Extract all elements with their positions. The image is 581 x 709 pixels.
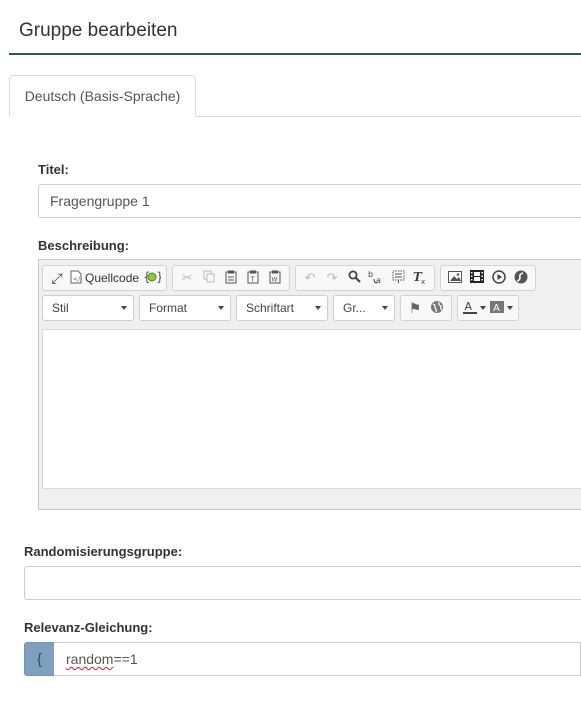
- toolbar-group-editing: ↶ ↷ ba Tx: [295, 265, 436, 291]
- image-icon: [448, 270, 463, 286]
- svg-text:W: W: [272, 276, 278, 283]
- bg-color-icon: A: [490, 300, 504, 317]
- relevance-label: Relevanz-Gleichung:: [24, 620, 153, 635]
- svg-text:A: A: [493, 303, 500, 314]
- video-button[interactable]: [466, 267, 488, 289]
- film-icon: [470, 270, 485, 286]
- svg-text:</>: </>: [73, 276, 82, 283]
- tab-deutsch[interactable]: Deutsch (Basis-Sprache): [9, 75, 196, 117]
- select-all-icon: [392, 270, 405, 287]
- randomization-label: Randomisierungsgruppe:: [24, 544, 183, 559]
- svg-text:b: b: [368, 270, 373, 279]
- search-icon: [348, 270, 361, 286]
- replace-icon: ba: [368, 270, 384, 287]
- play-icon: [492, 269, 506, 287]
- select-all-button[interactable]: [387, 267, 409, 289]
- toolbar-group-document: ⤢ </> Quellcode {}: [42, 265, 168, 291]
- toolbar-group-language: ⚑: [400, 295, 452, 321]
- svg-text:}: }: [156, 270, 161, 284]
- size-combo-label: Gr...: [343, 301, 366, 315]
- randomization-input[interactable]: [24, 566, 581, 600]
- editor-status-bar: [39, 489, 581, 509]
- paste-word-button[interactable]: W: [264, 267, 286, 289]
- paste-text-icon: T: [247, 270, 259, 287]
- chevron-down-icon: [315, 306, 321, 310]
- chevron-down-icon: [480, 306, 486, 310]
- copy-icon: [203, 270, 215, 286]
- text-color-icon: A: [463, 300, 477, 317]
- svg-text:A: A: [465, 300, 473, 313]
- chevron-down-icon: [382, 306, 388, 310]
- image-button[interactable]: [444, 267, 466, 289]
- text-color-button[interactable]: A: [461, 297, 488, 319]
- expression-icon: {}: [143, 269, 164, 288]
- flag-icon: ⚑: [408, 299, 422, 316]
- undo-button[interactable]: ↶: [299, 267, 321, 289]
- maximize-button[interactable]: ⤢: [46, 267, 68, 289]
- chevron-down-icon: [507, 306, 513, 310]
- relevance-brace-addon: {: [24, 642, 55, 676]
- editor-content-area[interactable]: [42, 329, 581, 489]
- anchor-button[interactable]: ⚑: [404, 297, 426, 319]
- remove-format-icon: Tx: [413, 270, 427, 287]
- language-button[interactable]: [426, 297, 448, 319]
- brace-icon: {: [36, 650, 42, 668]
- relevance-value-rest: ==1: [113, 651, 138, 667]
- redo-button[interactable]: ↷: [321, 267, 343, 289]
- replace-button[interactable]: ba: [365, 267, 387, 289]
- cut-button[interactable]: ✂: [176, 267, 198, 289]
- chevron-down-icon: [121, 306, 127, 310]
- title-divider: [9, 53, 581, 55]
- format-combo-label: Format: [149, 301, 188, 315]
- svg-text:T: T: [250, 275, 256, 283]
- flash-icon: [514, 270, 528, 287]
- style-combo-label: Stil: [52, 301, 69, 315]
- toolbar-group-insert: [440, 265, 537, 291]
- rich-text-editor: ⤢ </> Quellcode {} ✂ T: [38, 259, 581, 510]
- find-button[interactable]: [343, 267, 365, 289]
- toolbar-group-colors: A A: [457, 295, 519, 321]
- source-label: Quellcode: [85, 271, 140, 285]
- style-combo[interactable]: Stil: [42, 295, 134, 321]
- expression-button[interactable]: {}: [141, 267, 164, 289]
- cut-icon: ✂: [181, 270, 193, 285]
- title-input-value: Fragengruppe 1: [50, 193, 150, 209]
- chevron-down-icon: [218, 306, 224, 310]
- source-icon: </>: [70, 270, 85, 287]
- source-button[interactable]: </> Quellcode: [68, 267, 141, 289]
- media-button[interactable]: [488, 267, 510, 289]
- title-input[interactable]: Fragengruppe 1: [38, 184, 581, 218]
- flash-button[interactable]: [510, 267, 532, 289]
- size-combo[interactable]: Gr...: [333, 295, 395, 321]
- description-label: Beschreibung:: [38, 238, 130, 253]
- editor-toolbar-row-2: Stil Format Schriftart Gr... ⚑ A A: [42, 295, 519, 321]
- paste-text-button[interactable]: T: [242, 267, 264, 289]
- copy-button[interactable]: [198, 267, 220, 289]
- title-label: Titel:: [38, 162, 69, 177]
- remove-format-button[interactable]: Tx: [409, 267, 431, 289]
- paste-button[interactable]: [220, 267, 242, 289]
- paste-icon: [225, 270, 237, 287]
- maximize-icon: ⤢: [51, 269, 63, 286]
- redo-icon: ↷: [326, 270, 338, 285]
- page-title: Gruppe bearbeiten: [19, 20, 178, 41]
- globe-icon: [430, 300, 444, 317]
- background-color-button[interactable]: A: [488, 297, 515, 319]
- format-combo[interactable]: Format: [139, 295, 231, 321]
- relevance-input[interactable]: random ==1: [54, 642, 581, 676]
- toolbar-group-clipboard: ✂ T W: [172, 265, 291, 291]
- relevance-value-word: random: [66, 651, 114, 667]
- svg-text:x: x: [421, 278, 425, 284]
- paste-word-icon: W: [269, 270, 281, 287]
- font-combo-label: Schriftart: [246, 301, 295, 315]
- editor-toolbar-row-1: ⤢ </> Quellcode {} ✂ T: [42, 265, 537, 291]
- undo-icon: ↶: [304, 270, 316, 285]
- font-combo[interactable]: Schriftart: [236, 295, 328, 321]
